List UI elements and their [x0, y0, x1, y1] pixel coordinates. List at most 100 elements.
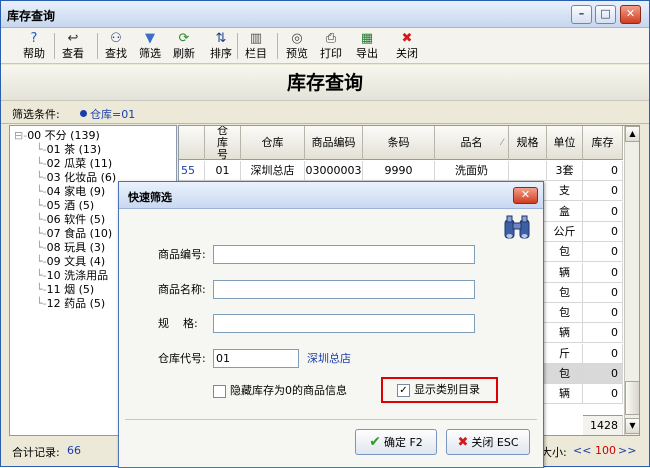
- toolbar-separator: [54, 33, 55, 59]
- toolbar-label: 查找: [105, 47, 127, 60]
- toolbar-preview-button[interactable]: ◎ 预览: [286, 30, 308, 62]
- toolbar: ? 帮助 ↩ 查看 ⚇ 查找 ▼ 筛选 ⟳ 刷新 ⇅ 排序 ▥ 栏目 ◎ 预览 ⎙ 打印 ▦ 导出 ✖ 关闭: [1, 28, 649, 64]
- grid-row-number-header: [179, 126, 205, 160]
- dialog-close-button[interactable]: ✕: [513, 187, 538, 204]
- warehouse-code-input[interactable]: [213, 349, 299, 368]
- tree-branch-icon: └-: [36, 185, 47, 198]
- sort-icon: ⇅: [215, 31, 227, 46]
- toolbar-label: 打印: [320, 47, 342, 60]
- filter-dot-icon: [80, 110, 87, 117]
- page-size-label: 大小:: [541, 446, 567, 459]
- page-prev-button[interactable]: <<: [573, 444, 591, 457]
- vertical-scrollbar[interactable]: ▲ ▼: [624, 126, 639, 435]
- toolbar-sort-button[interactable]: ⇅ 排序: [210, 30, 232, 62]
- stock-cell: 0: [583, 181, 623, 202]
- tree-node-label: 02 瓜菜 (11): [46, 157, 113, 170]
- tree-node[interactable]: └-09 文具 (4): [36, 255, 105, 269]
- window-close-button[interactable]: ✕: [620, 5, 641, 24]
- stock-cell: 0: [583, 364, 623, 384]
- tree-node[interactable]: └-06 软件 (5): [36, 213, 105, 227]
- toolbar-separator: [237, 33, 238, 59]
- tree-node[interactable]: └-10 洗涤用品: [36, 269, 108, 283]
- toolbar-label: 排序: [210, 47, 232, 60]
- column-header[interactable]: 商品编码: [305, 126, 363, 160]
- scroll-up-icon[interactable]: ▲: [625, 126, 639, 142]
- binoculars-icon: ⚇: [110, 31, 122, 46]
- dialog-title: 快速筛选: [128, 191, 172, 204]
- scroll-down-icon[interactable]: ▼: [625, 418, 639, 434]
- tree-node[interactable]: └-04 家电 (9): [36, 185, 105, 199]
- product-name-label: 商品名称:: [158, 283, 206, 296]
- tree-branch-icon: └-: [36, 143, 47, 156]
- unit-cell: 辆: [547, 262, 583, 283]
- maximize-button[interactable]: □: [595, 5, 616, 24]
- column-header[interactable]: 条码: [363, 126, 435, 160]
- column-header[interactable]: 品名 ⁄: [435, 126, 509, 160]
- unit-cell: 包: [547, 242, 583, 263]
- column-header[interactable]: 库存: [583, 126, 623, 160]
- toolbar-help-button[interactable]: ? 帮助: [23, 30, 45, 62]
- tree-node[interactable]: └-08 玩具 (3): [36, 241, 105, 255]
- tree-node-label: 05 酒 (5): [46, 199, 95, 212]
- tree-branch-icon: └-: [36, 269, 47, 282]
- toolbar-label: 栏目: [245, 47, 267, 60]
- table-cell: 3套: [547, 161, 583, 181]
- tree-node[interactable]: └-02 瓜菜 (11): [36, 157, 112, 171]
- toolbar-excel-button[interactable]: ▦ 导出: [356, 30, 378, 62]
- confirm-button-label: 确定 F2: [383, 436, 423, 449]
- column-header-label: 品名: [460, 136, 483, 149]
- tree-node-label: 09 文具 (4): [46, 255, 106, 268]
- tree-node-label: 10 洗涤用品: [46, 269, 109, 282]
- tree-node[interactable]: └-03 化妆品 (6): [36, 171, 116, 185]
- tree-branch-icon: └-: [36, 213, 47, 226]
- product-code-input[interactable]: [213, 245, 475, 264]
- tree-node-label: 03 化妆品 (6): [46, 171, 117, 184]
- product-name-input[interactable]: [213, 280, 475, 299]
- warehouse-code-label: 仓库代号:: [158, 352, 206, 365]
- column-header[interactable]: 仓库号: [205, 126, 241, 161]
- page-size-value[interactable]: 100: [595, 444, 616, 457]
- tree-node[interactable]: └-07 食品 (10): [36, 227, 112, 241]
- column-header[interactable]: 规格: [509, 126, 547, 160]
- check-icon: ✔: [369, 434, 381, 450]
- tree-node-label: 07 食品 (10): [46, 227, 113, 240]
- tree-branch-icon: └-: [36, 171, 47, 184]
- toolbar-binoculars-button[interactable]: ⚇ 查找: [105, 30, 127, 62]
- stock-cell: 0: [583, 384, 623, 405]
- toolbar-view-button[interactable]: ↩ 查看: [62, 30, 84, 62]
- sort-indicator-icon[interactable]: ⁄: [501, 137, 503, 149]
- scroll-thumb[interactable]: [625, 381, 639, 415]
- tree-node[interactable]: └-05 酒 (5): [36, 199, 94, 213]
- tree-node[interactable]: └-12 药品 (5): [36, 297, 105, 311]
- toolbar-columns-button[interactable]: ▥ 栏目: [245, 30, 267, 62]
- quick-filter-dialog: 快速筛选 ✕ 商品编号: 商品名称: 规 格: 仓库代号: 深圳总店 隐藏库存为…: [118, 181, 544, 468]
- window-title: 库存查询: [7, 9, 56, 23]
- tree-node[interactable]: └-01 茶 (13): [36, 143, 101, 157]
- row-number: 55: [179, 161, 205, 181]
- column-header[interactable]: 仓库: [241, 126, 305, 160]
- dialog-title-bar: 快速筛选 ✕: [119, 182, 543, 209]
- page-next-button[interactable]: >>: [618, 444, 636, 457]
- tree-node[interactable]: └-11 烟 (5): [36, 283, 94, 297]
- column-header-label: 仓库: [261, 136, 284, 149]
- spec-input[interactable]: [213, 314, 475, 333]
- hide-zero-label: 隐藏库存为0的商品信息: [230, 384, 347, 397]
- stock-cell: 0: [583, 303, 623, 324]
- toolbar-filter-button[interactable]: ▼ 筛选: [139, 30, 161, 62]
- table-row[interactable]: 55 01 深圳总店 03000003 9990 洗面奶 3套 0: [179, 161, 623, 181]
- toolbar-label: 刷新: [173, 47, 195, 60]
- confirm-button[interactable]: ✔ 确定 F2: [355, 429, 437, 455]
- hide-zero-checkbox[interactable]: [213, 385, 226, 398]
- show-category-checkbox[interactable]: ✓: [397, 384, 410, 397]
- unit-cell: 包: [547, 364, 583, 384]
- minimize-button[interactable]: –: [571, 5, 592, 24]
- refresh-icon: ⟳: [178, 31, 190, 46]
- toolbar-close-button[interactable]: ✖ 关闭: [396, 30, 418, 62]
- table-cell: 9990: [363, 161, 435, 181]
- tree-root-node[interactable]: ⊟-00 不分 (139): [14, 129, 100, 143]
- close-dialog-button[interactable]: ✖ 关闭 ESC: [446, 429, 530, 455]
- toolbar-print-button[interactable]: ⎙ 打印: [320, 30, 342, 62]
- record-count-label: 合计记录:: [12, 446, 60, 459]
- column-header[interactable]: 单位: [547, 126, 583, 160]
- toolbar-refresh-button[interactable]: ⟳ 刷新: [173, 30, 195, 62]
